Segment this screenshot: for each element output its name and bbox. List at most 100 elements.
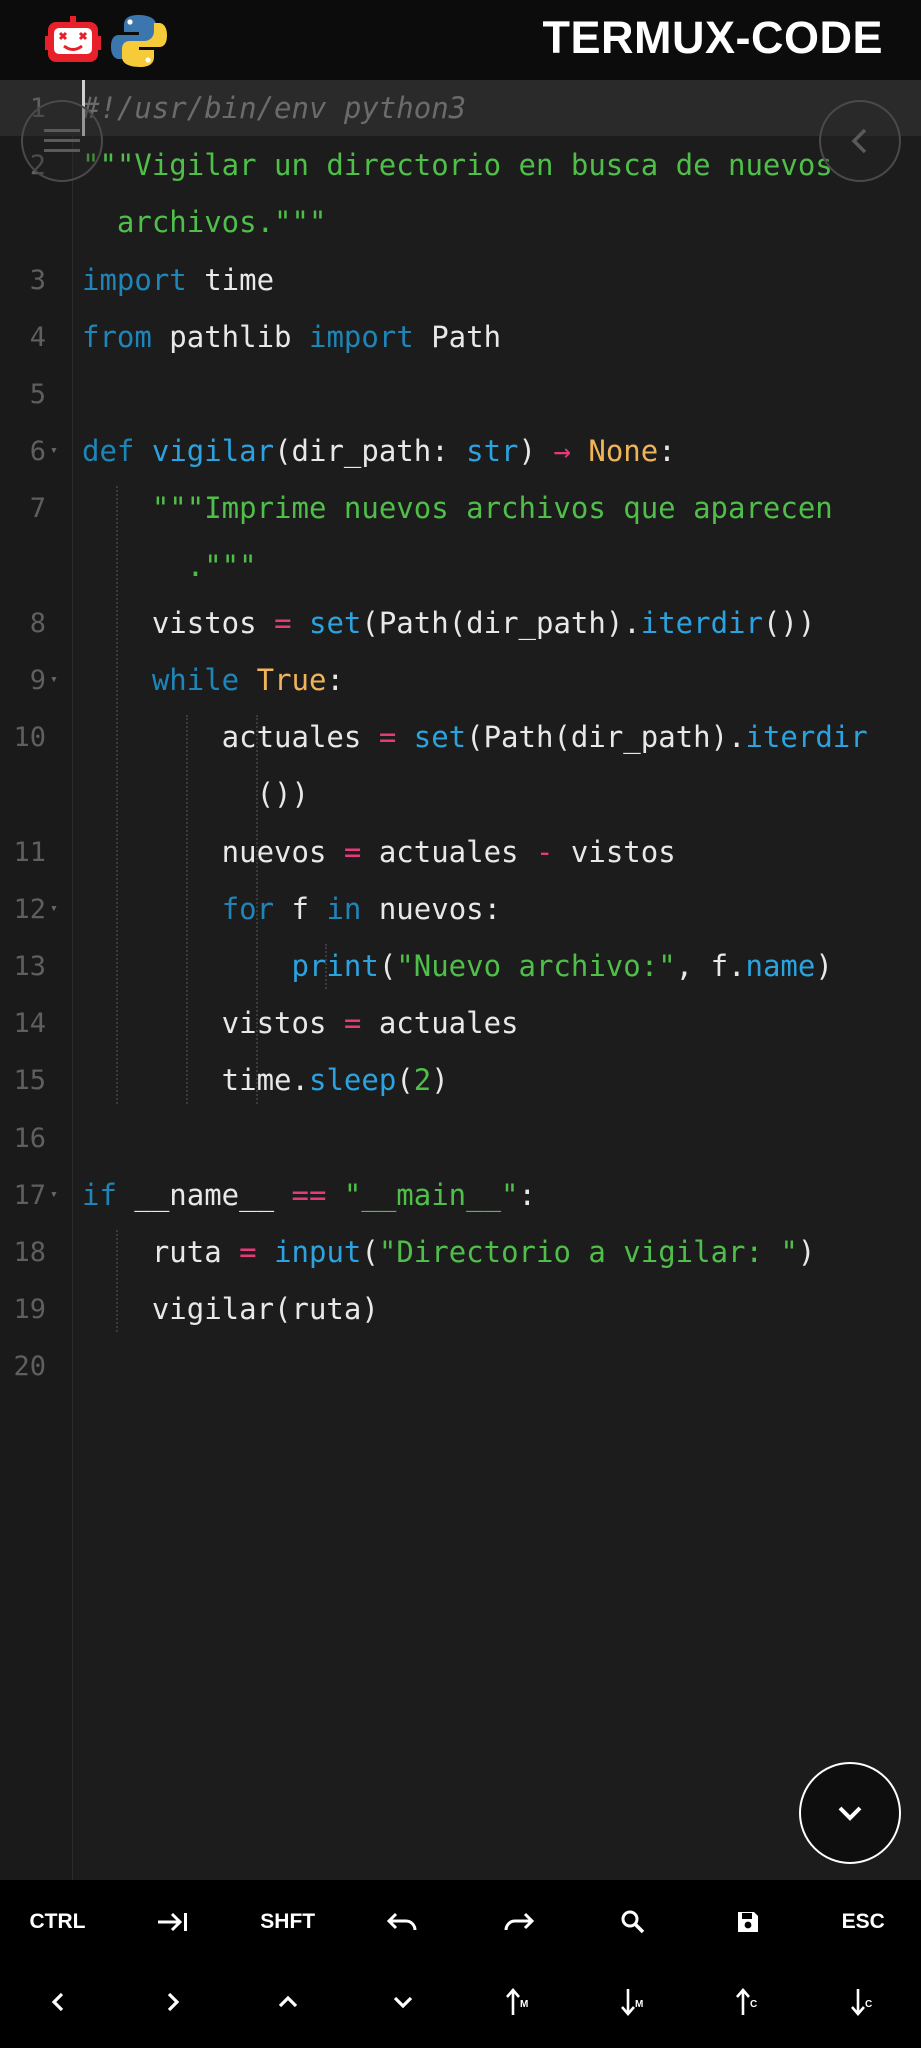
code-token: : [518,1177,536,1212]
key-shft-button[interactable]: SHFT [230,1880,345,1964]
save-icon [736,1910,760,1934]
key-ctrl-button[interactable]: CTRL [0,1880,115,1964]
code-token: ( [378,949,397,983]
code-token: = [343,834,362,869]
code-token: actuales [82,720,379,755]
svg-text:M: M [520,1999,528,2010]
code-line[interactable]: vigilar(ruta) [82,1281,379,1338]
fold-arrow-icon[interactable]: ▾ [50,901,58,916]
key-redo-button[interactable] [460,1880,575,1964]
code-token: nuevos [82,834,344,869]
code-line[interactable]: actuales = set(Path(dir_path).iterdir [82,709,868,766]
key-arrow-left-button[interactable] [0,1960,115,2044]
code-token: , f. [675,949,746,983]
key-search-button[interactable] [576,1880,691,1964]
indent-guide [325,944,328,990]
fold-arrow-icon[interactable]: ▾ [50,1187,58,1202]
code-token: 2 [413,1063,432,1098]
line-number: 15 [13,1065,46,1097]
code-line[interactable]: archivos.""" [82,194,327,251]
key-undo-button[interactable] [345,1880,460,1964]
code-token: pathlib [151,319,309,354]
code-token: str [466,434,519,469]
code-line[interactable]: """Imprime nuevos archivos que aparecen [82,480,833,537]
key-move-line-down-button[interactable]: M [576,1960,691,2044]
code-line[interactable]: #!/usr/bin/env python3 [82,80,466,137]
key-save-button[interactable] [691,1880,806,1964]
indent-guide [116,486,118,1104]
code-token: nuevos: [361,891,502,926]
code-line[interactable]: vistos = set(Path(dir_path).iterdir()) [82,595,816,652]
chevron-left-icon [851,128,867,154]
code-line[interactable]: .""" [82,538,257,595]
code-line[interactable]: import time [82,252,274,309]
code-token: archivos.""" [82,205,327,240]
code-token: name [745,949,816,983]
line-number: 8 [29,607,46,639]
svg-text:M: M [635,1999,643,2010]
code-token: set [309,605,362,640]
scroll-down-button[interactable] [799,1762,901,1864]
fold-arrow-icon[interactable]: ▾ [50,443,58,458]
back-button[interactable] [819,100,901,182]
code-token: "Directorio a vigilar: " [378,1235,798,1269]
app-title: TERMUX-CODE [542,12,883,63]
code-line[interactable]: def vigilar(dir_path: str) → None: [82,423,676,480]
indent-guide [255,715,258,1104]
line-number: 11 [13,836,46,868]
code-line[interactable]: vistos = actuales [82,995,519,1052]
key-copy-line-down-button[interactable]: C [806,1960,921,2044]
key-arrow-down-button[interactable] [345,1960,460,2044]
key-arrow-right-button[interactable] [115,1960,230,2044]
key-tab-button[interactable] [115,1880,230,1964]
fold-arrow-icon[interactable]: ▾ [50,672,58,687]
line-number: 20 [13,1351,46,1383]
line-number: 18 [13,1237,46,1268]
key-move-line-up-button[interactable]: M [460,1960,575,2044]
code-token: sleep [308,1063,397,1098]
code-token: vistos [82,1006,344,1041]
key-copy-line-up-button[interactable]: C [691,1960,806,2044]
line-number: 7 [29,493,46,525]
code-token: actuales [361,834,536,869]
code-line[interactable]: if __name__ == "__main__": [82,1167,536,1224]
code-token: .""" [186,548,257,583]
code-line[interactable]: from pathlib import Path [82,309,501,366]
code-line[interactable]: time.sleep(2) [82,1052,449,1109]
line-number: 12 [13,893,46,925]
code-line[interactable]: nuevos = actuales - vistos [82,824,676,881]
code-token: input [274,1235,362,1269]
copy-line-down-icon: C [848,1987,878,2017]
key-esc-button[interactable]: ESC [806,1880,921,1964]
menu-button[interactable] [21,100,103,182]
code-token: in [326,891,362,926]
code-token: for [221,891,275,926]
code-token: __name__ [116,1177,292,1212]
code-token: (Path(dir_path). [466,720,746,755]
code-line[interactable]: while True: [82,652,344,709]
code-token: : [658,434,676,469]
code-line[interactable]: print("Nuevo archivo:", f.name) [82,938,833,995]
code-line[interactable]: for f in nuevos: [82,881,501,938]
code-token: import [308,319,414,354]
code-token: while [151,663,240,697]
code-editor[interactable]: 1 #!/usr/bin/env python3 2 """Vigilar un di… [0,80,921,1880]
code-token: """Vigilar un directorio en busca de nue… [82,148,833,183]
code-token: True [256,663,327,697]
move-line-up-icon: M [503,1987,533,2017]
code-token: if [82,1177,117,1212]
code-line[interactable]: """Vigilar un directorio en busca de nue… [82,137,833,194]
key-arrow-up-button[interactable] [230,1960,345,2044]
arrow-up-icon [277,1994,299,2010]
code-token: vigilar [151,434,275,469]
code-line[interactable]: ruta = input("Directorio a vigilar: ") [82,1224,816,1281]
code-token: vistos [553,834,676,869]
code-token: ) [518,434,554,469]
indent-guide [185,715,188,1104]
svg-text:C: C [865,1999,872,2010]
copy-line-up-icon: C [733,1987,763,2017]
